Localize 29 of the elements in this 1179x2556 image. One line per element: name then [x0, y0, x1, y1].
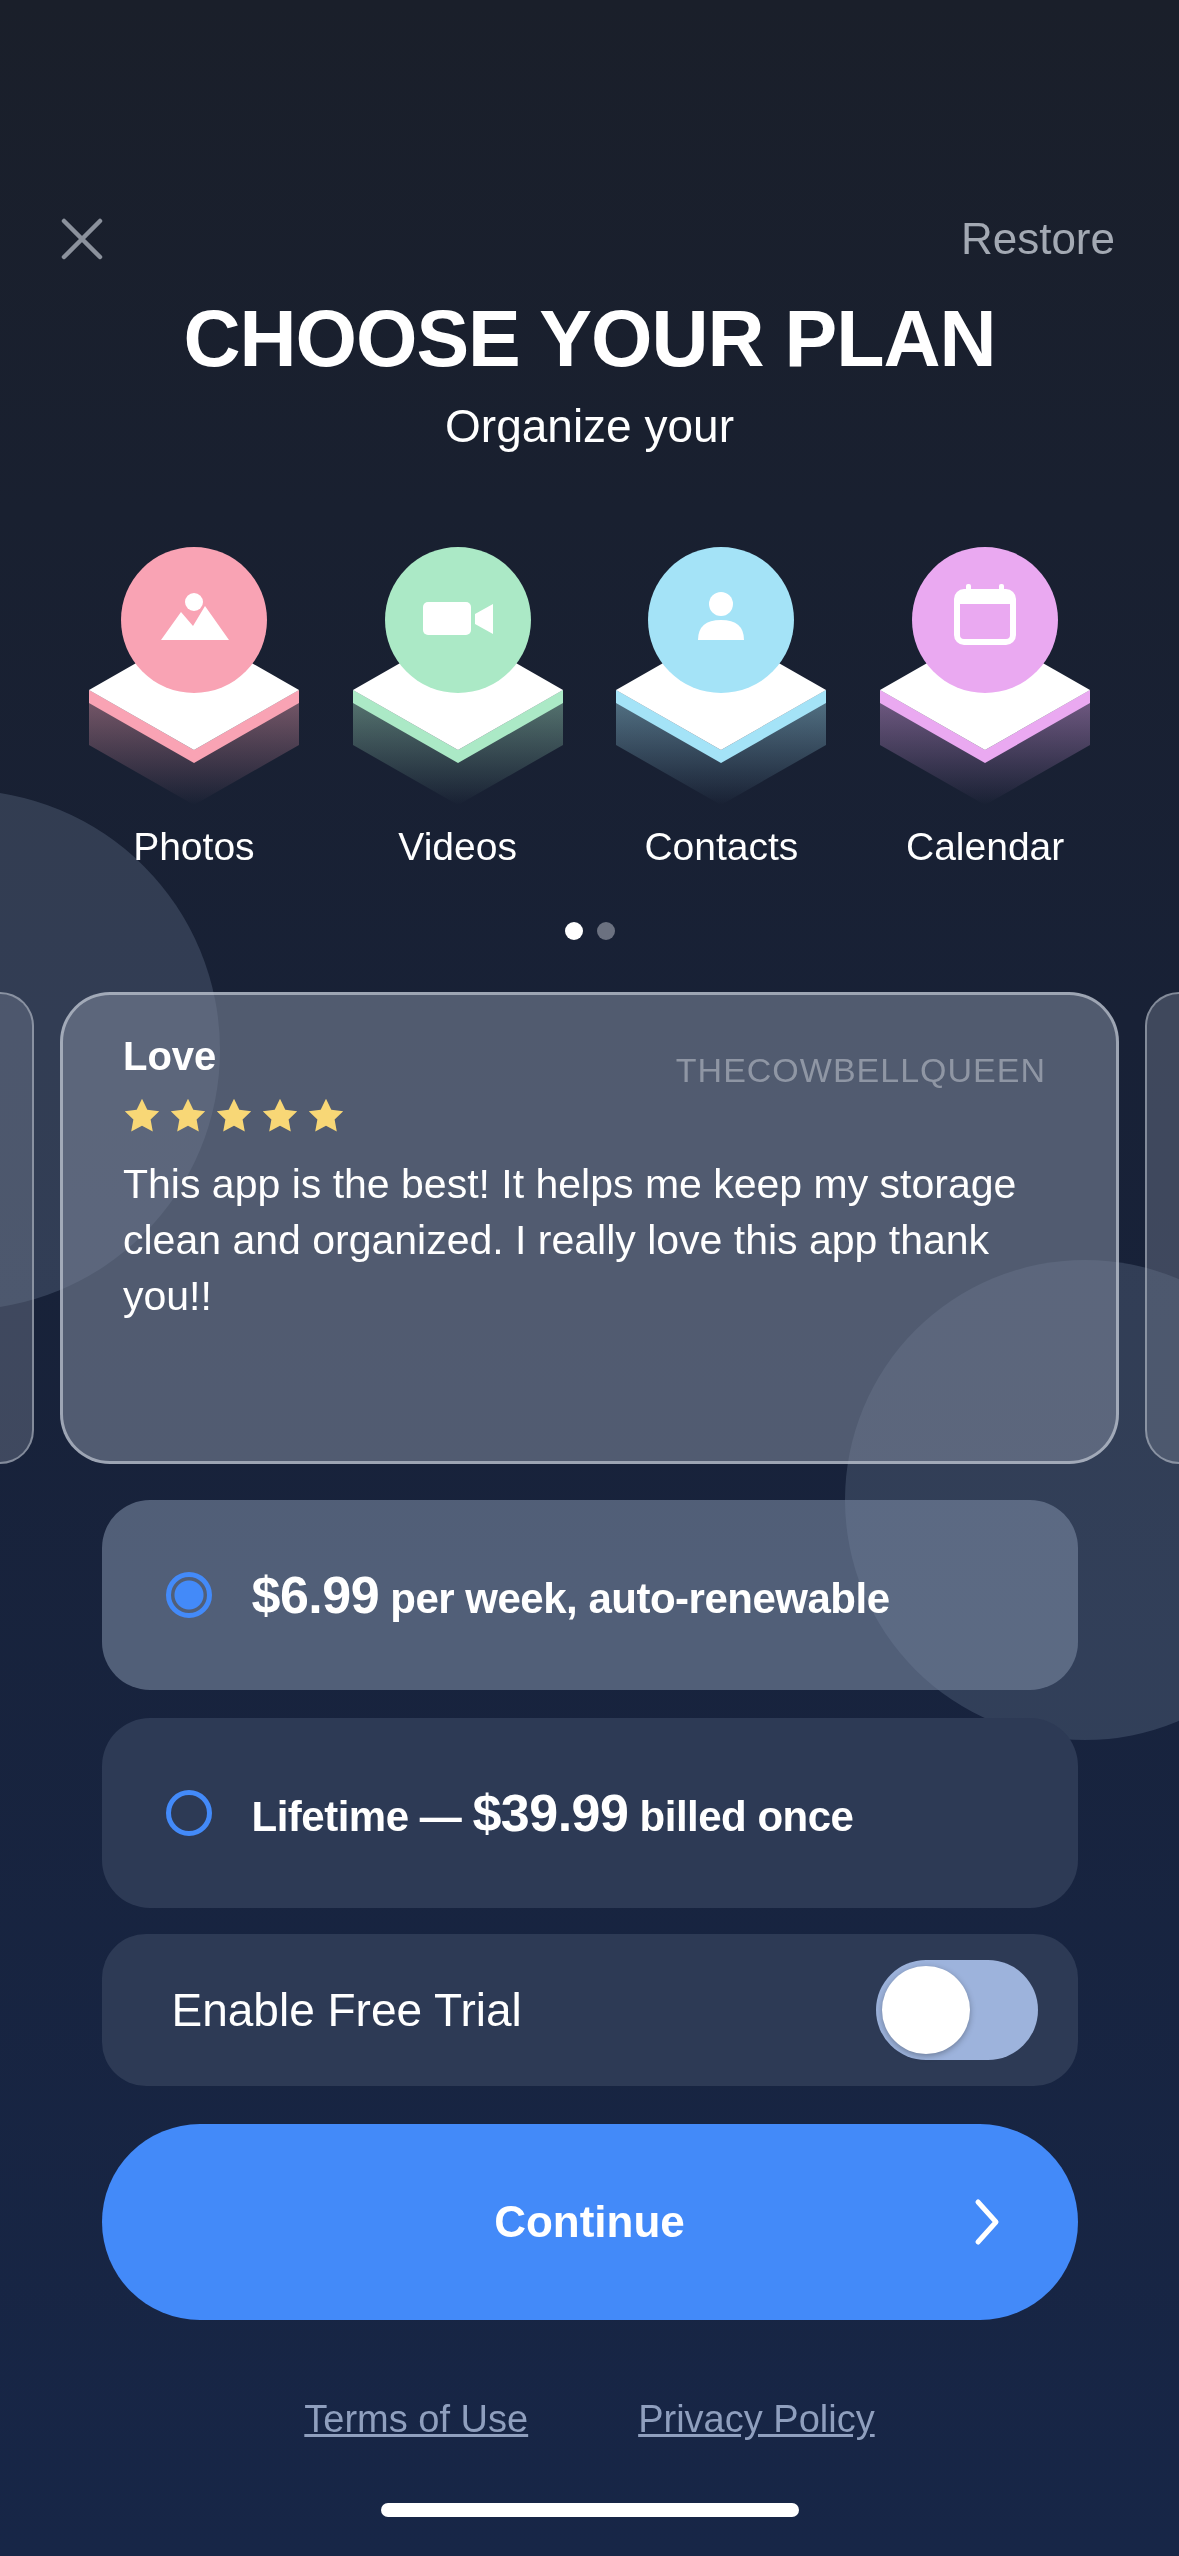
review-author: THECOWBELLQUEEN	[675, 1051, 1046, 1090]
plan-label: Lifetime — $39.99 billed once	[251, 1783, 854, 1843]
page-title: CHOOSE YOUR PLAN	[183, 294, 996, 384]
radio-button[interactable]	[165, 1790, 212, 1836]
subtitle: Organize your	[445, 399, 734, 454]
page-dot[interactable]	[596, 922, 615, 940]
star-icon	[261, 1098, 299, 1134]
plan-label: $6.99 per week, auto-renewable	[251, 1565, 890, 1625]
close-button[interactable]	[60, 217, 104, 261]
radio-button[interactable]	[165, 1572, 212, 1618]
restore-button[interactable]: Restore	[960, 214, 1115, 264]
category-label: Contacts	[644, 824, 799, 870]
page-dot[interactable]	[564, 922, 583, 940]
category-label: Videos	[398, 824, 517, 870]
review-title: Love	[123, 1033, 217, 1080]
star-icon	[307, 1098, 345, 1134]
footer-link[interactable]: Privacy Policy	[638, 2398, 875, 2441]
plan-option[interactable]: $6.99 per week, auto-renewable	[101, 1500, 1078, 1690]
continue-button[interactable]: Continue	[101, 2124, 1078, 2320]
category-label: Calendar	[906, 824, 1065, 870]
category-label: Photos	[133, 824, 255, 870]
free-trial-label: Enable Free Trial	[171, 1983, 522, 2037]
review-text: This app is the best! It helps me keep my storage clean and organized. I really love this app thank you!!	[123, 1160, 1018, 1321]
plan-option[interactable]: Lifetime — $39.99 billed once	[101, 1718, 1078, 1908]
star-icon	[169, 1098, 207, 1134]
star-icon	[123, 1098, 161, 1134]
star-icon	[215, 1098, 253, 1134]
footer-link[interactable]: Terms of Use	[304, 2398, 529, 2441]
chevron-right-icon	[973, 2198, 1000, 2246]
